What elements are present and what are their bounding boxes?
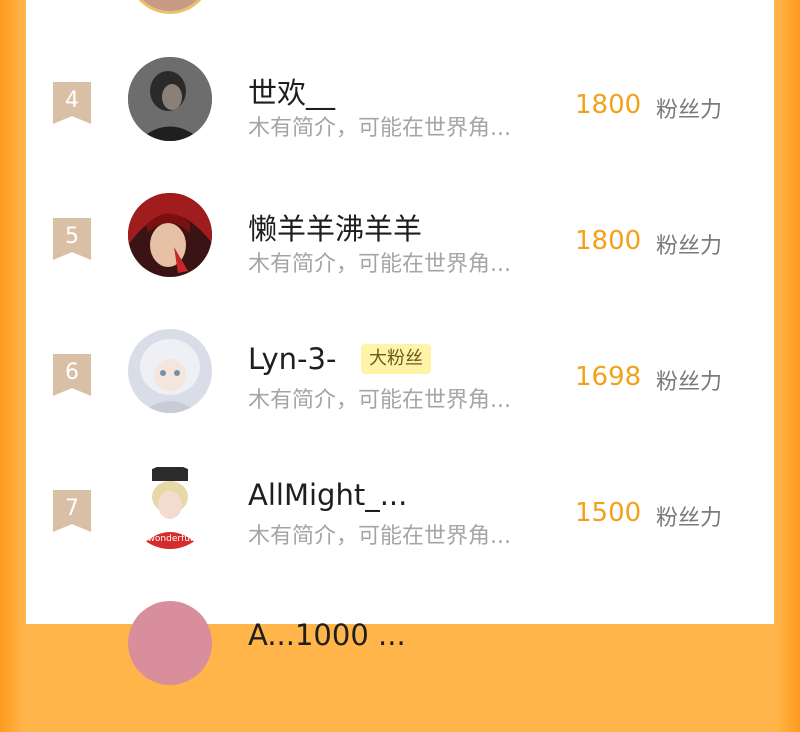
user-bio: 木有简介，可能在世界角... [248, 116, 511, 141]
fan-power-value: 1800 [575, 90, 642, 120]
rank-number: 7 [65, 496, 79, 521]
previous-row-avatar[interactable] [128, 0, 212, 14]
ranking-row[interactable]: 7 wonderful AllMight_... 木有简介，可能在世界角... … [26, 460, 774, 596]
user-avatar[interactable] [128, 193, 212, 277]
user-name[interactable]: AllMight_... [248, 478, 407, 512]
user-name[interactable]: Lyn-3- [248, 342, 336, 376]
fan-power-value: 1800 [575, 226, 642, 256]
fan-power-label: 粉丝力 [656, 234, 723, 259]
avatar-shirt-text: wonderful [148, 534, 193, 544]
user-avatar[interactable] [128, 57, 212, 141]
rank-badge: 5 [53, 218, 91, 260]
fan-power-value: 1500 [575, 498, 642, 528]
rank-number: 4 [65, 88, 79, 113]
user-name[interactable]: 世欢__ [248, 70, 335, 112]
rank-number: 6 [65, 360, 79, 385]
user-bio: 木有简介，可能在世界角... [248, 252, 511, 277]
fan-power-label: 粉丝力 [656, 506, 723, 531]
fan-power-value: 1698 [575, 362, 642, 392]
fan-power-label: 粉丝力 [656, 98, 723, 123]
ranking-row[interactable]: 4 世欢__ 木有简介，可能在世界角... 1800 粉丝力 [26, 52, 774, 188]
rank-badge: 4 [53, 82, 91, 124]
rank-badge: 6 [53, 354, 91, 396]
fan-power-label: 粉丝力 [656, 370, 723, 395]
user-avatar[interactable] [128, 329, 212, 413]
user-bio: 木有简介，可能在世界角... [248, 388, 511, 413]
ranking-row[interactable]: 6 Lyn-3- 大粉丝 木有简介，可能在世界角... 1698 粉丝力 [26, 324, 774, 460]
ranking-row[interactable]: A...1000 ... [26, 596, 774, 732]
ranking-row[interactable]: 5 懒羊羊沸羊羊 木有简介，可能在世界角... 1800 粉丝力 [26, 188, 774, 324]
user-avatar[interactable]: wonderful [128, 465, 212, 549]
rank-number: 5 [65, 224, 79, 249]
user-avatar[interactable] [128, 601, 212, 685]
user-name[interactable]: A...1000 ... [248, 618, 406, 652]
rank-badge: 7 [53, 490, 91, 532]
user-bio: 木有简介，可能在世界角... [248, 524, 511, 549]
big-fan-badge: 大粉丝 [361, 344, 431, 374]
user-name[interactable]: 懒羊羊沸羊羊 [248, 206, 422, 248]
fan-ranking-list: 4 世欢__ 木有简介，可能在世界角... 1800 粉丝力 5 懒羊羊沸羊羊 … [26, 0, 774, 685]
